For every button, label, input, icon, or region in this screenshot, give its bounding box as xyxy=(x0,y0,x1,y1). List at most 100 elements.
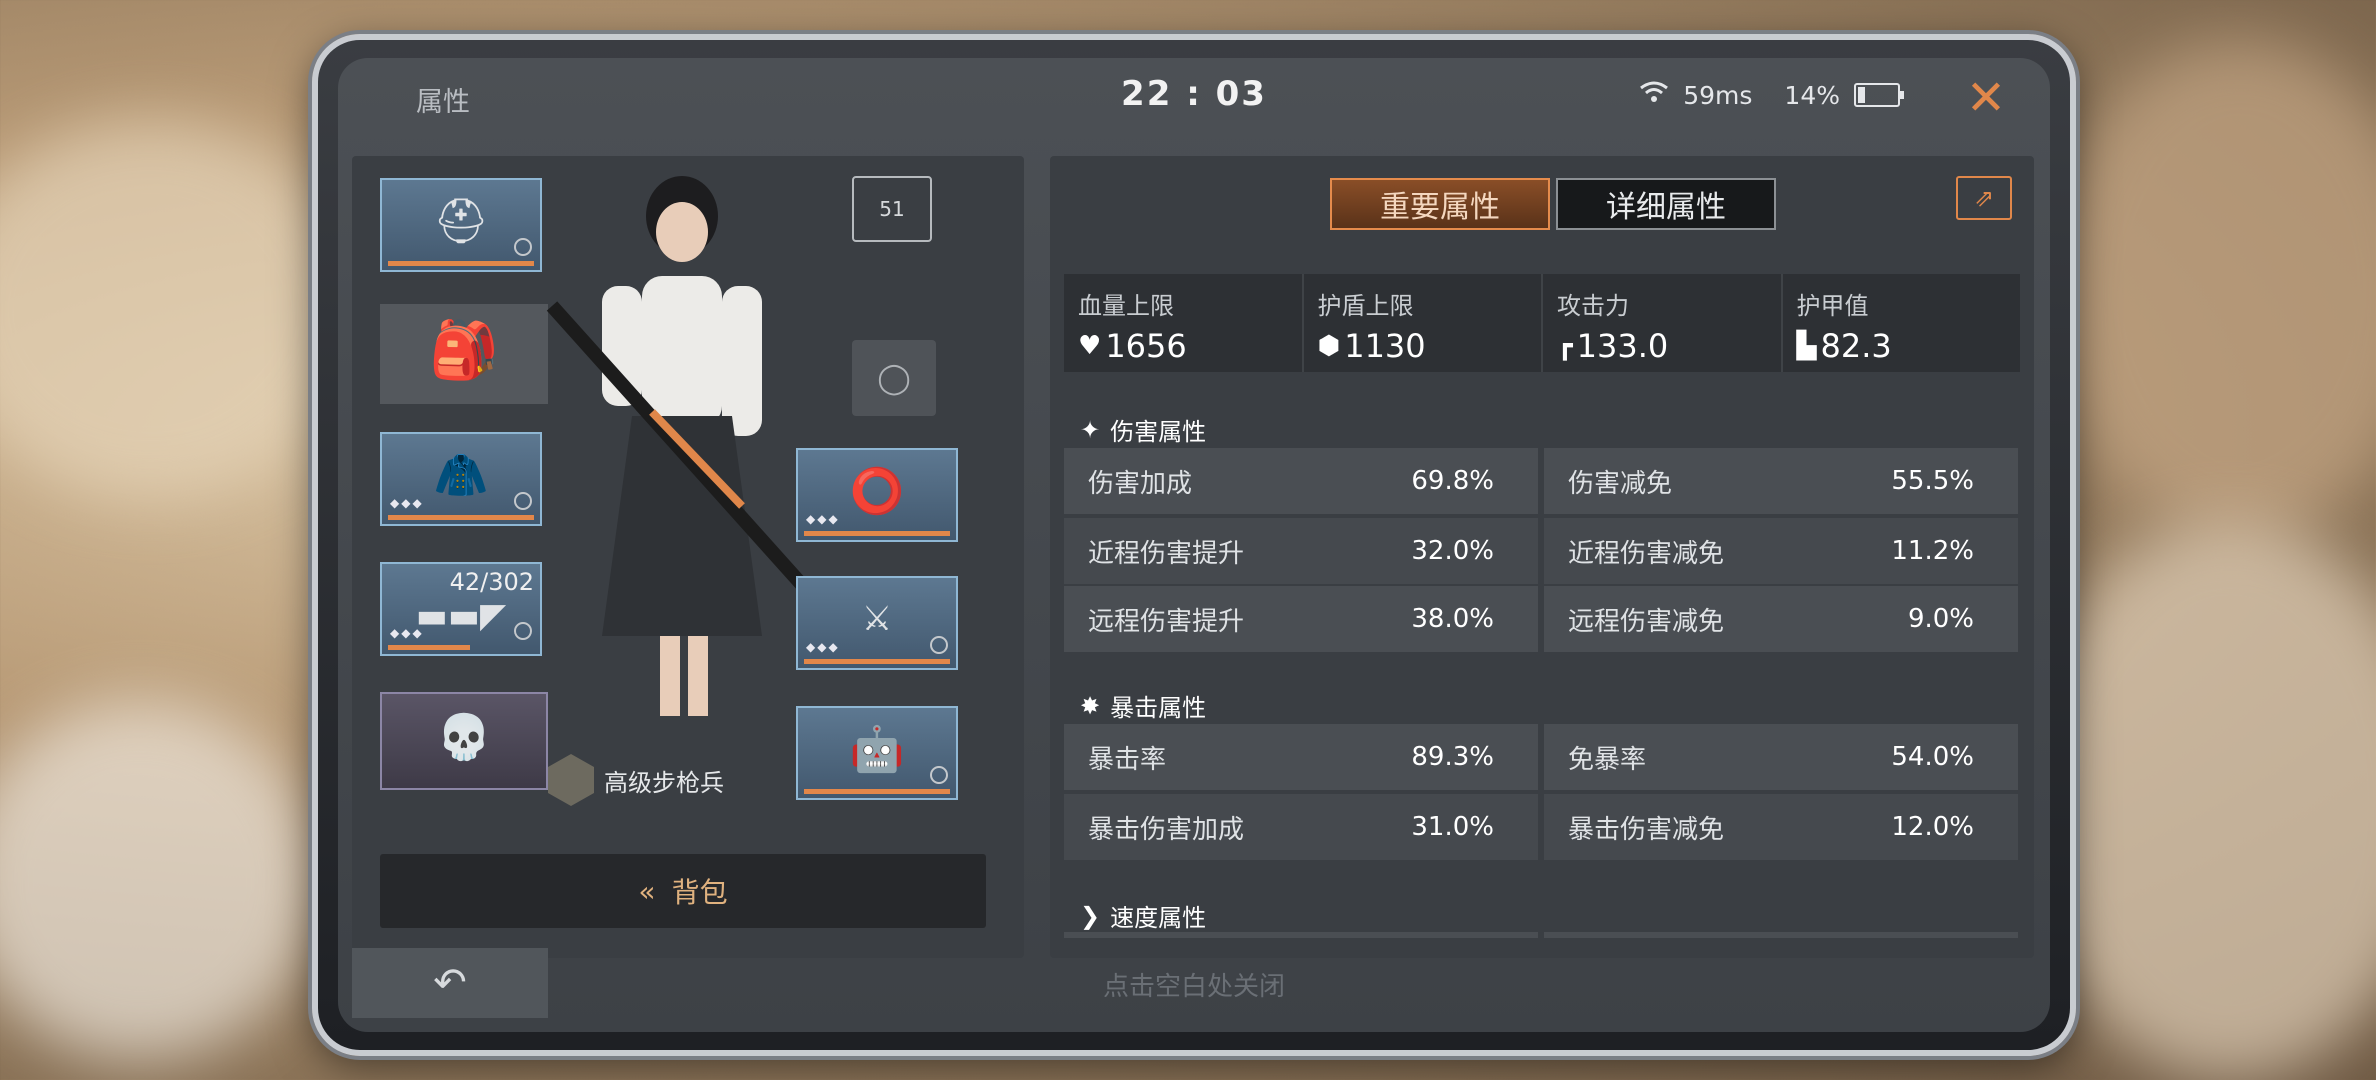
backpack-button[interactable]: « 背包 xyxy=(380,854,986,928)
durability-bar xyxy=(388,261,534,266)
page-title: 属性 xyxy=(416,87,470,118)
stat-value: 12.0% xyxy=(1891,812,1974,842)
durability-bar xyxy=(804,789,950,794)
close-hint[interactable]: 点击空白处关闭 xyxy=(1103,966,1285,1003)
gun-icon: ┏ xyxy=(1557,331,1573,361)
stat-value: 38.0% xyxy=(1411,604,1494,634)
slot-detail-icon xyxy=(514,622,532,640)
stat-row: 近程伤害提升 32.0% xyxy=(1064,518,1538,584)
equip-slot-accessory[interactable]: 💀 xyxy=(380,692,548,790)
speed-icon: ❯ xyxy=(1080,901,1101,930)
burst-icon: ✸ xyxy=(1080,691,1101,720)
stat-label: 近程伤害减免 xyxy=(1568,538,1725,569)
stat-label: 暴击伤害减免 xyxy=(1568,814,1725,845)
heart-icon: ♥ xyxy=(1078,331,1102,361)
armor-icon: 🧥 xyxy=(433,450,489,502)
close-icon: ✕ xyxy=(1965,70,2007,126)
stat-row: 暴击伤害减免 12.0% xyxy=(1544,794,2018,860)
stat-label: 免暴率 xyxy=(1568,744,1647,775)
summary-label: 血量上限 xyxy=(1078,292,1174,320)
chevron-left-icon: « xyxy=(638,874,656,908)
device-frame: 属性 22 : 03 59ms 14% ✕ ⛑ 🎒 🧥 ◆◆◆ 42/302 ▬… xyxy=(312,34,2076,1056)
back-button[interactable]: ↶ xyxy=(352,948,548,1018)
battery-icon xyxy=(1854,83,1904,107)
durability-bar xyxy=(388,645,470,650)
stat-label: 暴击率 xyxy=(1088,744,1167,775)
stat-value: 32.0% xyxy=(1411,536,1494,566)
helmet-icon: ⛑ xyxy=(433,196,489,248)
attribute-tabs: 重要属性 详细属性 xyxy=(1330,178,1776,230)
tab-important[interactable]: 重要属性 xyxy=(1330,178,1550,230)
equip-slot-armor[interactable]: 🧥 ◆◆◆ xyxy=(380,432,542,526)
stat-label: 伤害减免 xyxy=(1568,468,1673,499)
summary-stats: 血量上限 ♥ 1656 护盾上限 ⬢ 1130 攻击力 ┏ 133.0 护甲值 ▙ 82… xyxy=(1064,274,2020,372)
stat-row: 远程伤害减免 9.0% xyxy=(1544,586,2018,652)
section-crit-header: ✸ 暴击属性 xyxy=(1080,688,1206,723)
equip-slot-katana[interactable]: ⚔ ◆◆◆ xyxy=(796,576,958,670)
stat-row: 暴击率 89.3% xyxy=(1064,724,1538,790)
clock: 22 : 03 xyxy=(1121,74,1267,114)
class-info: 高级步枪兵 xyxy=(548,754,724,806)
summary-armor: 护甲值 ▙ 82.3 xyxy=(1783,274,2021,372)
summary-value: 133.0 xyxy=(1576,327,1669,365)
stat-row: 免暴率 54.0% xyxy=(1544,724,2018,790)
quality-stars: ◆◆◆ xyxy=(390,496,424,510)
stat-label: 伤害加成 xyxy=(1088,468,1193,499)
slot-detail-icon xyxy=(514,238,532,256)
class-label: 高级步枪兵 xyxy=(604,768,724,797)
damage-icon: ✦ xyxy=(1080,415,1101,444)
summary-value: 82.3 xyxy=(1820,327,1892,365)
equip-slot-ring[interactable]: ◯ xyxy=(852,340,936,416)
share-button[interactable]: ⇗ xyxy=(1956,176,2012,220)
quality-stars: ◆◆◆ xyxy=(806,640,840,654)
stat-row: 近程伤害减免 11.2% xyxy=(1544,518,2018,584)
summary-shield: 护盾上限 ⬢ 1130 xyxy=(1304,274,1543,372)
share-icon: ⇗ xyxy=(1973,184,1995,212)
undo-icon: ↶ xyxy=(433,960,467,1006)
section-damage-header: ✦ 伤害属性 xyxy=(1080,412,1206,447)
stat-value: 11.2% xyxy=(1891,536,1974,566)
stat-row: 伤害加成 69.8% xyxy=(1064,448,1538,514)
equip-slot-backpack[interactable]: 🎒 xyxy=(380,304,548,404)
equip-slot-mech[interactable]: 🤖 xyxy=(796,706,958,800)
tab-detailed[interactable]: 详细属性 xyxy=(1556,178,1776,230)
stat-value: 54.0% xyxy=(1891,742,1974,772)
stat-label: 远程伤害减免 xyxy=(1568,606,1725,637)
slot-detail-icon xyxy=(514,492,532,510)
mech-icon: 🤖 xyxy=(849,724,905,776)
equip-slot-bracelet[interactable]: ⭕ ◆◆◆ xyxy=(796,448,958,542)
slot-detail-icon xyxy=(930,636,948,654)
durability-bar xyxy=(804,659,950,664)
class-badge-icon xyxy=(548,754,594,806)
bracelet-icon: ⭕ xyxy=(849,466,905,518)
ring-icon: ◯ xyxy=(877,360,911,396)
quality-stars: ◆◆◆ xyxy=(806,512,840,526)
summary-attack: 攻击力 ┏ 133.0 xyxy=(1543,274,1783,372)
status-area: 59ms 14% xyxy=(1639,80,1904,110)
rank-badge: 51 xyxy=(852,176,932,242)
durability-bar xyxy=(804,531,950,536)
backpack-button-label: 背包 xyxy=(671,876,728,909)
battery-value: 14% xyxy=(1784,80,1840,110)
stat-label: 暴击伤害加成 xyxy=(1088,814,1245,845)
ammo-count: 42/302 xyxy=(449,568,534,596)
stat-value: 69.8% xyxy=(1411,466,1494,496)
stat-value: 55.5% xyxy=(1891,466,1974,496)
wifi-icon xyxy=(1639,80,1669,110)
backpack-icon: 🎒 xyxy=(429,318,499,383)
section-speed-header: ❯ 速度属性 xyxy=(1080,898,1206,933)
summary-label: 护盾上限 xyxy=(1317,292,1414,320)
section-title: 暴击属性 xyxy=(1110,694,1207,722)
slot-detail-icon xyxy=(930,766,948,784)
close-button[interactable]: ✕ xyxy=(1956,68,2016,128)
equip-slot-helmet[interactable]: ⛑ xyxy=(380,178,542,272)
summary-value: 1130 xyxy=(1344,327,1426,365)
shield-icon: ⬢ xyxy=(1317,331,1341,361)
equip-slot-rifle[interactable]: 42/302 ▬▬◤ ◆◆◆ xyxy=(380,562,542,656)
ping-value: 59ms xyxy=(1683,80,1753,110)
section-title: 速度属性 xyxy=(1110,904,1207,932)
equipment-panel: ⛑ 🎒 🧥 ◆◆◆ 42/302 ▬▬◤ ◆◆◆ 💀 51 ◯ ⭕ ◆◆◆ ⚔ … xyxy=(352,156,1024,958)
stat-value: 31.0% xyxy=(1411,812,1494,842)
summary-label: 攻击力 xyxy=(1557,292,1629,320)
character-model xyxy=(546,176,818,716)
